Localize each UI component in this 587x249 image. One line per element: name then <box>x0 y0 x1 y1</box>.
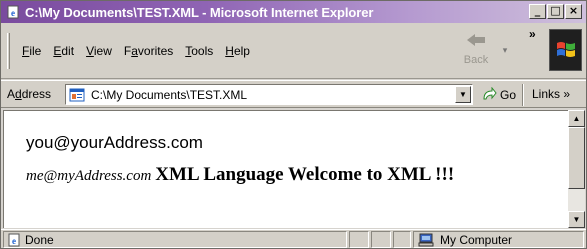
window-title: C:\My Documents\TEST.XML - Microsoft Int… <box>25 4 374 20</box>
status-panel-1 <box>349 231 369 248</box>
ie-page-icon: e <box>5 4 21 20</box>
toolbar-chevron[interactable]: » <box>529 27 536 41</box>
maximize-button[interactable]: □ <box>547 4 564 19</box>
status-text: Done <box>25 232 54 247</box>
page-content: you@yourAddress.com me@myAddress.com XML… <box>3 110 568 228</box>
go-button[interactable]: Go <box>481 85 516 105</box>
windows-logo-icon <box>549 29 582 71</box>
address-label: Address <box>7 87 52 101</box>
menu-grip[interactable] <box>7 33 10 69</box>
menu-edit[interactable]: Edit <box>47 44 80 58</box>
links-button[interactable]: Links » <box>532 87 570 101</box>
back-label: Back <box>463 54 489 66</box>
address-dropdown-icon[interactable]: ▼ <box>455 86 471 103</box>
menu-favorites[interactable]: Favorites <box>118 44 179 58</box>
ie-page-icon: e <box>7 233 21 247</box>
status-main-panel: e Done <box>3 231 347 248</box>
back-arrow-icon <box>466 33 486 52</box>
navigation-toolbar: Back ▾ <box>455 27 513 75</box>
xml-page-icon <box>69 87 85 103</box>
your-address-text: you@yourAddress.com <box>26 133 203 152</box>
scroll-up-icon[interactable]: ▲ <box>568 110 585 127</box>
menu-file[interactable]: File <box>16 44 47 58</box>
address-bar: Address C:\My Documents\TEST.XML ▼ Go Li… <box>1 80 586 108</box>
my-computer-icon <box>418 233 434 247</box>
menu-tools[interactable]: Tools <box>179 44 219 58</box>
window-controls: _ □ × <box>529 4 582 19</box>
address-value: C:\My Documents\TEST.XML <box>91 87 248 102</box>
menu-toolbar-row: File Edit View Favorites Tools Help Back… <box>1 23 586 79</box>
svg-text:e: e <box>11 8 15 18</box>
back-dropdown-icon[interactable]: ▾ <box>497 27 513 73</box>
scroll-thumb[interactable] <box>568 127 585 189</box>
minimize-button[interactable]: _ <box>529 4 546 19</box>
status-panel-3 <box>393 231 411 248</box>
status-bar: e Done My Computer <box>1 229 586 248</box>
status-zone-panel: My Computer <box>413 231 584 248</box>
close-button[interactable]: × <box>565 4 582 19</box>
browser-window: e C:\My Documents\TEST.XML - Microsoft I… <box>0 0 587 249</box>
welcome-text: XML Language Welcome to XML !!! <box>155 164 455 185</box>
title-bar[interactable]: e C:\My Documents\TEST.XML - Microsoft I… <box>1 1 586 23</box>
go-label: Go <box>500 88 517 102</box>
zone-text: My Computer <box>440 232 513 247</box>
address-input[interactable]: C:\My Documents\TEST.XML ▼ <box>65 84 473 105</box>
menu-help[interactable]: Help <box>219 44 256 58</box>
my-address-text: me@myAddress.com <box>26 168 152 184</box>
message-line: me@myAddress.com XML Language Welcome to… <box>26 161 526 190</box>
status-panel-2 <box>371 231 391 248</box>
go-arrow-icon <box>481 86 497 104</box>
scroll-down-icon[interactable]: ▼ <box>568 211 585 228</box>
menu-view[interactable]: View <box>80 44 118 58</box>
vertical-scrollbar[interactable]: ▲ ▼ <box>568 110 585 228</box>
menu-bar: File Edit View Favorites Tools Help <box>7 23 256 79</box>
address-divider <box>522 84 524 106</box>
back-button[interactable]: Back <box>455 27 497 73</box>
svg-text:e: e <box>12 236 16 246</box>
